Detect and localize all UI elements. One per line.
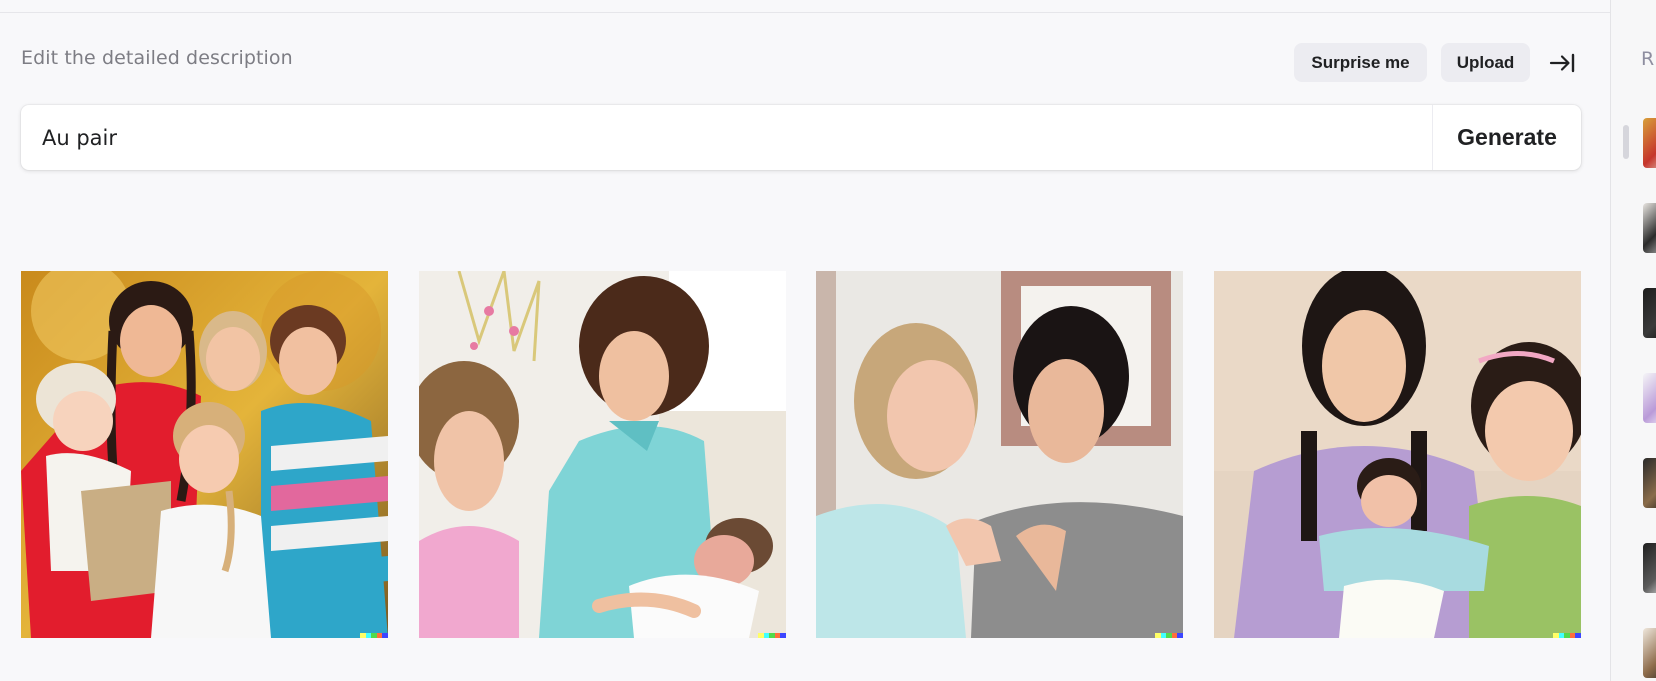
result-image-2[interactable] — [419, 271, 786, 638]
history-thumbnail[interactable] — [1643, 288, 1656, 338]
collapse-panel-button[interactable] — [1548, 50, 1576, 76]
history-thumbnail[interactable] — [1643, 543, 1656, 593]
result-image-1[interactable] — [21, 271, 388, 638]
prompt-input[interactable] — [21, 105, 1432, 170]
ai-badge — [1553, 633, 1581, 638]
history-panel: R — [1610, 0, 1656, 681]
result-image-4[interactable] — [1214, 271, 1581, 638]
surprise-me-button[interactable]: Surprise me — [1294, 43, 1427, 82]
history-scrollbar[interactable] — [1623, 125, 1629, 159]
prompt-bar: Generate — [21, 105, 1581, 170]
page-heading: Edit the detailed description — [21, 47, 293, 69]
result-image-1-picture — [21, 271, 388, 638]
history-thumbnail[interactable] — [1643, 628, 1656, 678]
result-image-3[interactable] — [816, 271, 1183, 638]
ai-badge — [1155, 633, 1183, 638]
history-thumbnail[interactable] — [1643, 373, 1656, 423]
ai-badge — [758, 633, 786, 638]
result-image-3-picture — [816, 271, 1183, 638]
generate-button[interactable]: Generate — [1432, 105, 1581, 170]
arrow-right-to-bar-icon — [1549, 53, 1575, 73]
result-image-4-picture — [1214, 271, 1581, 638]
editor-main: Edit the detailed description Surprise m… — [0, 0, 1610, 681]
history-thumbnail[interactable] — [1643, 458, 1656, 508]
top-divider — [0, 12, 1610, 13]
history-thumbnail[interactable] — [1643, 118, 1656, 168]
result-image-2-picture — [419, 271, 786, 638]
upload-button[interactable]: Upload — [1441, 43, 1530, 82]
ai-badge — [360, 633, 388, 638]
history-thumbnail[interactable] — [1643, 203, 1656, 253]
history-heading: R — [1641, 48, 1655, 70]
